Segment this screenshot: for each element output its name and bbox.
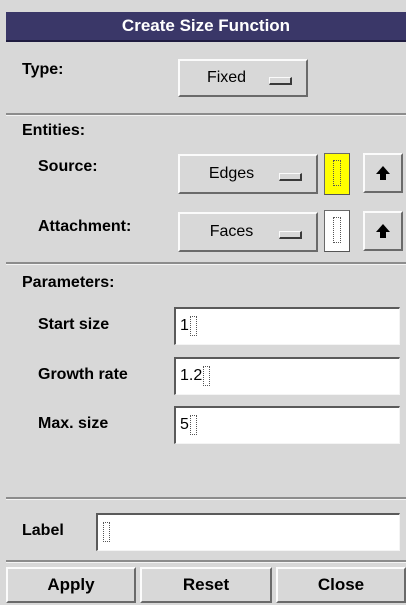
source-option-menu[interactable]: Edges: [178, 154, 318, 194]
type-label: Type:: [22, 61, 64, 78]
max-size-value: 5: [180, 416, 189, 433]
growth-rate-value: 1.2: [180, 367, 203, 384]
source-value: Edges: [208, 165, 255, 182]
close-button[interactable]: Close: [276, 567, 406, 603]
attachment-pick-list[interactable]: [324, 210, 350, 252]
option-menu-indicator-icon: [269, 77, 292, 85]
source-pick-list[interactable]: [324, 153, 350, 195]
separator: [6, 497, 406, 500]
text-caret-icon: [203, 365, 211, 386]
create-size-function-window: Create Size Function Type: Fixed Entitie…: [0, 0, 406, 605]
window-title: Create Size Function: [6, 12, 406, 42]
apply-button[interactable]: Apply: [6, 567, 136, 603]
type-value: Fixed: [206, 69, 247, 86]
parameters-heading: Parameters:: [22, 274, 115, 291]
start-size-value: 1: [180, 317, 189, 334]
attachment-option-menu[interactable]: Faces: [178, 212, 318, 252]
label-input[interactable]: [96, 513, 400, 551]
start-size-label: Start size: [38, 316, 110, 333]
label-field-label: Label: [22, 522, 64, 539]
text-caret-icon: [333, 160, 341, 186]
text-caret-icon: [333, 217, 341, 243]
max-size-label: Max. size: [38, 415, 109, 432]
attachment-select-button[interactable]: [363, 211, 403, 251]
entities-heading: Entities:: [22, 122, 86, 139]
up-arrow-icon: [376, 166, 390, 180]
reset-button[interactable]: Reset: [140, 567, 272, 603]
separator: [6, 262, 406, 265]
up-arrow-icon: [376, 224, 390, 238]
max-size-input[interactable]: 5: [174, 406, 400, 444]
text-caret-icon: [189, 315, 197, 336]
start-size-input[interactable]: 1: [174, 307, 400, 345]
separator: [6, 113, 406, 116]
source-label: Source:: [38, 158, 98, 175]
text-caret-icon: [103, 521, 110, 542]
source-select-button[interactable]: [363, 153, 403, 193]
growth-rate-input[interactable]: 1.2: [174, 357, 400, 395]
option-menu-indicator-icon: [279, 173, 302, 181]
attachment-value: Faces: [209, 223, 254, 240]
separator: [6, 560, 406, 563]
option-menu-indicator-icon: [279, 231, 302, 239]
growth-rate-label: Growth rate: [38, 366, 128, 383]
attachment-label: Attachment:: [38, 218, 132, 235]
type-option-menu[interactable]: Fixed: [178, 59, 308, 97]
text-caret-icon: [189, 414, 197, 435]
